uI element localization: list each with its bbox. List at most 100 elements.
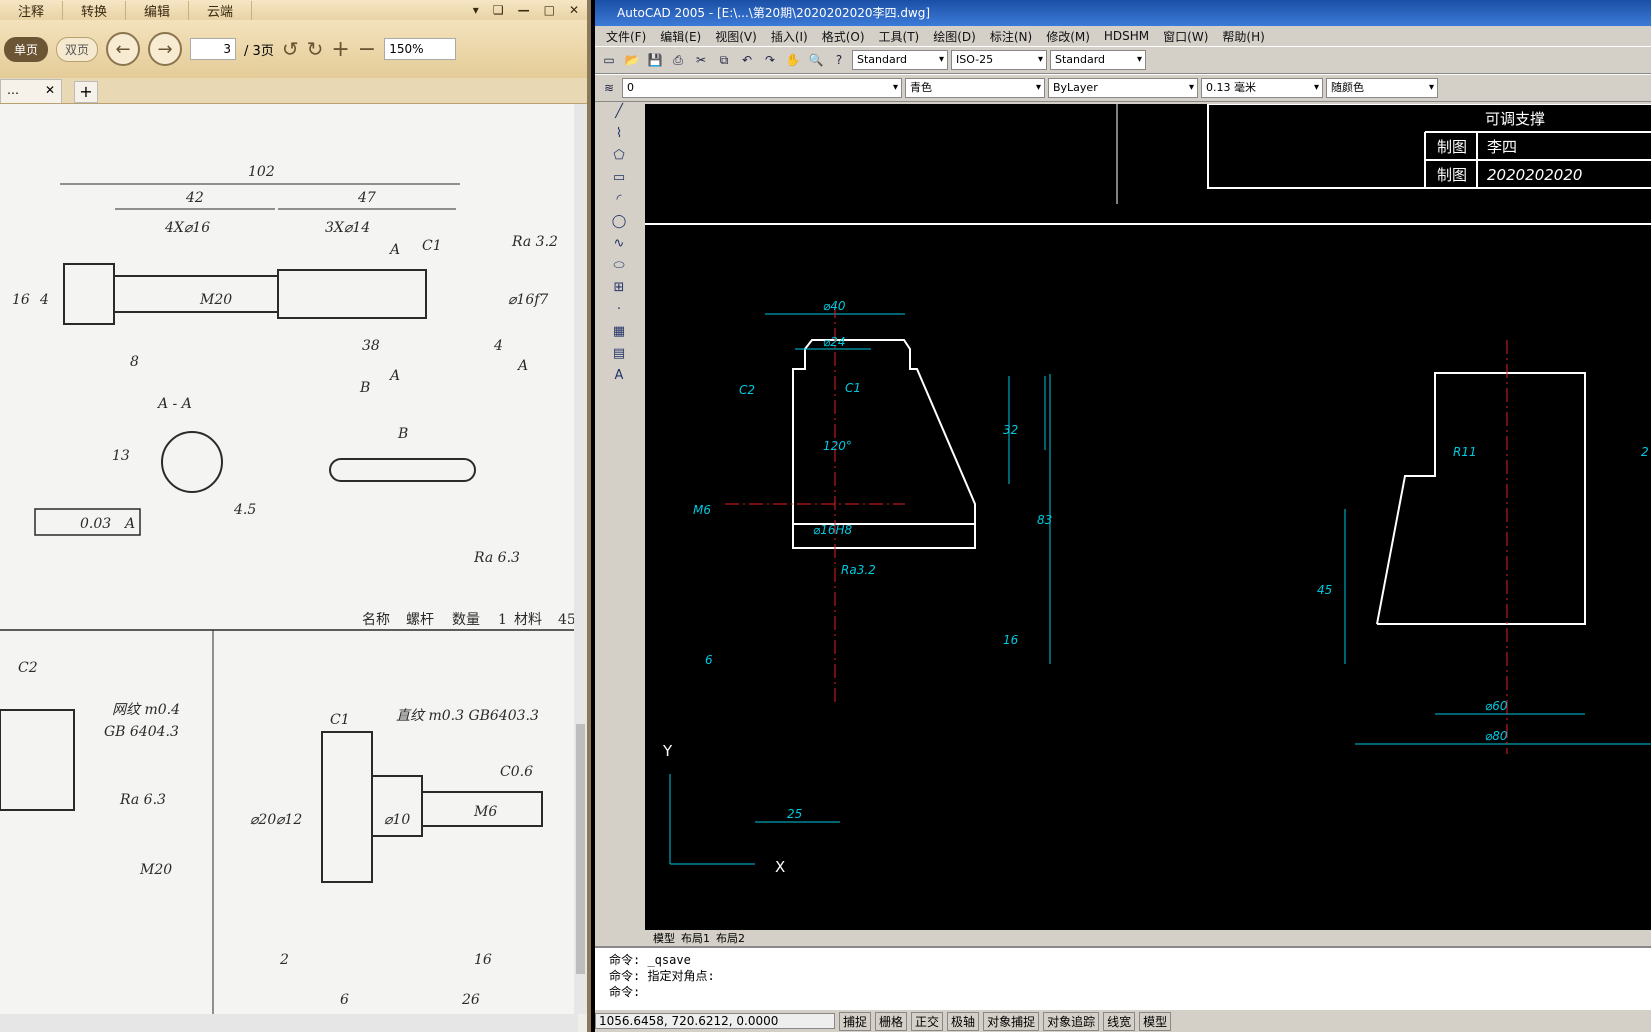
menu-annotate[interactable]: 注释	[0, 0, 64, 20]
cut-icon[interactable]: ✂	[691, 50, 711, 70]
polyline-icon[interactable]: ⌇	[595, 126, 643, 148]
command-prompt[interactable]: 命令:	[609, 984, 1637, 1000]
otrack-toggle[interactable]: 对象追踪	[1043, 1011, 1100, 1031]
menu-view[interactable]: 视图(V)	[708, 28, 764, 45]
grid-toggle[interactable]: 栅格	[875, 1011, 908, 1031]
cad-dim-text: C2	[739, 383, 755, 397]
menu-window[interactable]: 窗口(W)	[1156, 28, 1215, 45]
pdf-vertical-scrollbar[interactable]	[574, 104, 587, 1014]
dim-text: 102	[248, 164, 275, 180]
table-icon[interactable]: ▤	[595, 346, 643, 368]
single-page-button[interactable]: 单页	[4, 36, 49, 62]
menu-cloud[interactable]: 云端	[189, 0, 253, 20]
circle-icon[interactable]: ◯	[595, 214, 643, 236]
document-tab[interactable]: … ✕	[0, 79, 62, 103]
hatch-icon[interactable]: ▦	[595, 324, 643, 346]
tab-model[interactable]: 模型	[653, 930, 675, 946]
scroll-thumb[interactable]	[576, 724, 585, 974]
text-icon[interactable]: A	[595, 368, 643, 390]
skin-icon[interactable]: ❏	[493, 3, 504, 17]
dim-text: GB 6404.3	[104, 724, 179, 740]
pdf-reader-window: 注释 转换 编辑 云端 ▾ ❏ — □ ✕ 单页 双页 ← → 3 / 3页 ↺…	[0, 0, 591, 1032]
zoom-icon[interactable]: 🔍	[806, 50, 826, 70]
dim-text: M20	[199, 292, 232, 308]
arc-icon[interactable]: ◜	[595, 192, 643, 214]
lineweight-toggle[interactable]: 线宽	[1103, 1011, 1136, 1031]
dropdown-icon[interactable]: ▾	[473, 3, 479, 17]
title-block-label: 制图	[1437, 166, 1467, 184]
rotate-right-icon[interactable]: ↻	[307, 37, 324, 61]
menu-tools[interactable]: 工具(T)	[872, 28, 927, 45]
menu-convert[interactable]: 转换	[63, 0, 127, 20]
spline-icon[interactable]: ∿	[595, 236, 643, 258]
menu-help[interactable]: 帮助(H)	[1215, 28, 1271, 45]
minimize-icon[interactable]: —	[518, 3, 530, 17]
model-toggle[interactable]: 模型	[1139, 1011, 1172, 1031]
menu-format[interactable]: 格式(O)	[815, 28, 872, 45]
new-tab-button[interactable]: +	[74, 81, 98, 103]
page-total: / 3页	[244, 43, 274, 59]
layout-tabs: 模型 布局1 布局2	[645, 930, 1651, 946]
cad-dim-text: ⌀16H8	[813, 523, 853, 537]
help-icon[interactable]: ?	[829, 50, 849, 70]
ellipse-icon[interactable]: ⬭	[595, 258, 643, 280]
layer-select[interactable]: 0	[622, 78, 902, 98]
menu-hdshm[interactable]: HDSHM	[1097, 29, 1156, 43]
tab-layout2[interactable]: 布局2	[716, 930, 745, 946]
snap-toggle[interactable]: 捕捉	[839, 1011, 872, 1031]
pdf-horizontal-scrollbar[interactable]	[0, 1014, 578, 1032]
command-window[interactable]: 命令: _qsave 命令: 指定对角点: 命令:	[595, 946, 1651, 1010]
page-number-input[interactable]: 3	[190, 38, 237, 60]
command-history-line: 命令: _qsave	[609, 953, 691, 967]
dim-text: 16	[474, 952, 492, 968]
dim-style-select[interactable]: ISO-25	[951, 50, 1047, 70]
pan-icon[interactable]: ✋	[783, 50, 803, 70]
lineweight-select[interactable]: 0.13 毫米	[1201, 78, 1323, 98]
next-page-icon[interactable]: →	[148, 32, 183, 66]
print-icon[interactable]: ⎙	[668, 50, 688, 70]
model-space-canvas[interactable]: ⌀40 ⌀24 C2 C1 120° 32 83 M6 ⌀16H8 Ra3.2 …	[645, 103, 1651, 930]
zoom-out-icon[interactable]: −	[358, 37, 376, 62]
layer-manager-icon[interactable]: ≋	[599, 78, 619, 98]
double-page-button[interactable]: 双页	[56, 36, 99, 62]
text-style-select[interactable]: Standard	[852, 50, 948, 70]
tab-close-icon[interactable]: ✕	[45, 83, 55, 100]
linetype-select[interactable]: ByLayer	[1048, 78, 1198, 98]
redo-icon[interactable]: ↷	[760, 50, 780, 70]
prev-page-icon[interactable]: ←	[106, 32, 141, 66]
maximize-icon[interactable]: □	[544, 3, 555, 17]
menu-modify[interactable]: 修改(M)	[1039, 28, 1097, 45]
tab-layout1[interactable]: 布局1	[681, 930, 710, 946]
roughness-text: Ra 6.3	[473, 550, 520, 566]
menu-dimension[interactable]: 标注(N)	[983, 28, 1039, 45]
menu-draw[interactable]: 绘图(D)	[926, 28, 983, 45]
point-icon[interactable]: ·	[595, 302, 643, 324]
zoom-in-icon[interactable]: +	[331, 37, 349, 62]
undo-icon[interactable]: ↶	[737, 50, 757, 70]
table-style-select[interactable]: Standard	[1050, 50, 1146, 70]
save-icon[interactable]: 💾	[645, 50, 665, 70]
polar-toggle[interactable]: 极轴	[947, 1011, 980, 1031]
new-file-icon[interactable]: ▭	[599, 50, 619, 70]
zoom-select[interactable]: 150%	[384, 38, 457, 60]
copy-icon[interactable]: ⧉	[714, 50, 734, 70]
rotate-left-icon[interactable]: ↺	[282, 37, 299, 61]
polygon-icon[interactable]: ⬠	[595, 148, 643, 170]
ortho-toggle[interactable]: 正交	[911, 1011, 944, 1031]
osnap-toggle[interactable]: 对象捕捉	[983, 1011, 1040, 1031]
menu-insert[interactable]: 插入(I)	[764, 28, 815, 45]
line-icon[interactable]: ╱	[595, 104, 643, 126]
cad-dim-text: 16	[1003, 633, 1019, 647]
cad-dim-text: M6	[693, 503, 711, 517]
status-bar: 1056.6458, 720.6212, 0.0000 捕捉 栅格 正交 极轴 …	[595, 1010, 1651, 1032]
color-select[interactable]: 青色	[905, 78, 1045, 98]
plotstyle-select[interactable]: 随颜色	[1326, 78, 1438, 98]
close-icon[interactable]: ✕	[569, 3, 579, 17]
rectangle-icon[interactable]: ▭	[595, 170, 643, 192]
menu-edit[interactable]: 编辑(E)	[653, 28, 708, 45]
dim-text: 4	[493, 338, 503, 354]
block-icon[interactable]: ⊞	[595, 280, 643, 302]
menu-edit[interactable]: 编辑	[126, 0, 190, 20]
open-file-icon[interactable]: 📂	[622, 50, 642, 70]
menu-file[interactable]: 文件(F)	[599, 28, 653, 45]
